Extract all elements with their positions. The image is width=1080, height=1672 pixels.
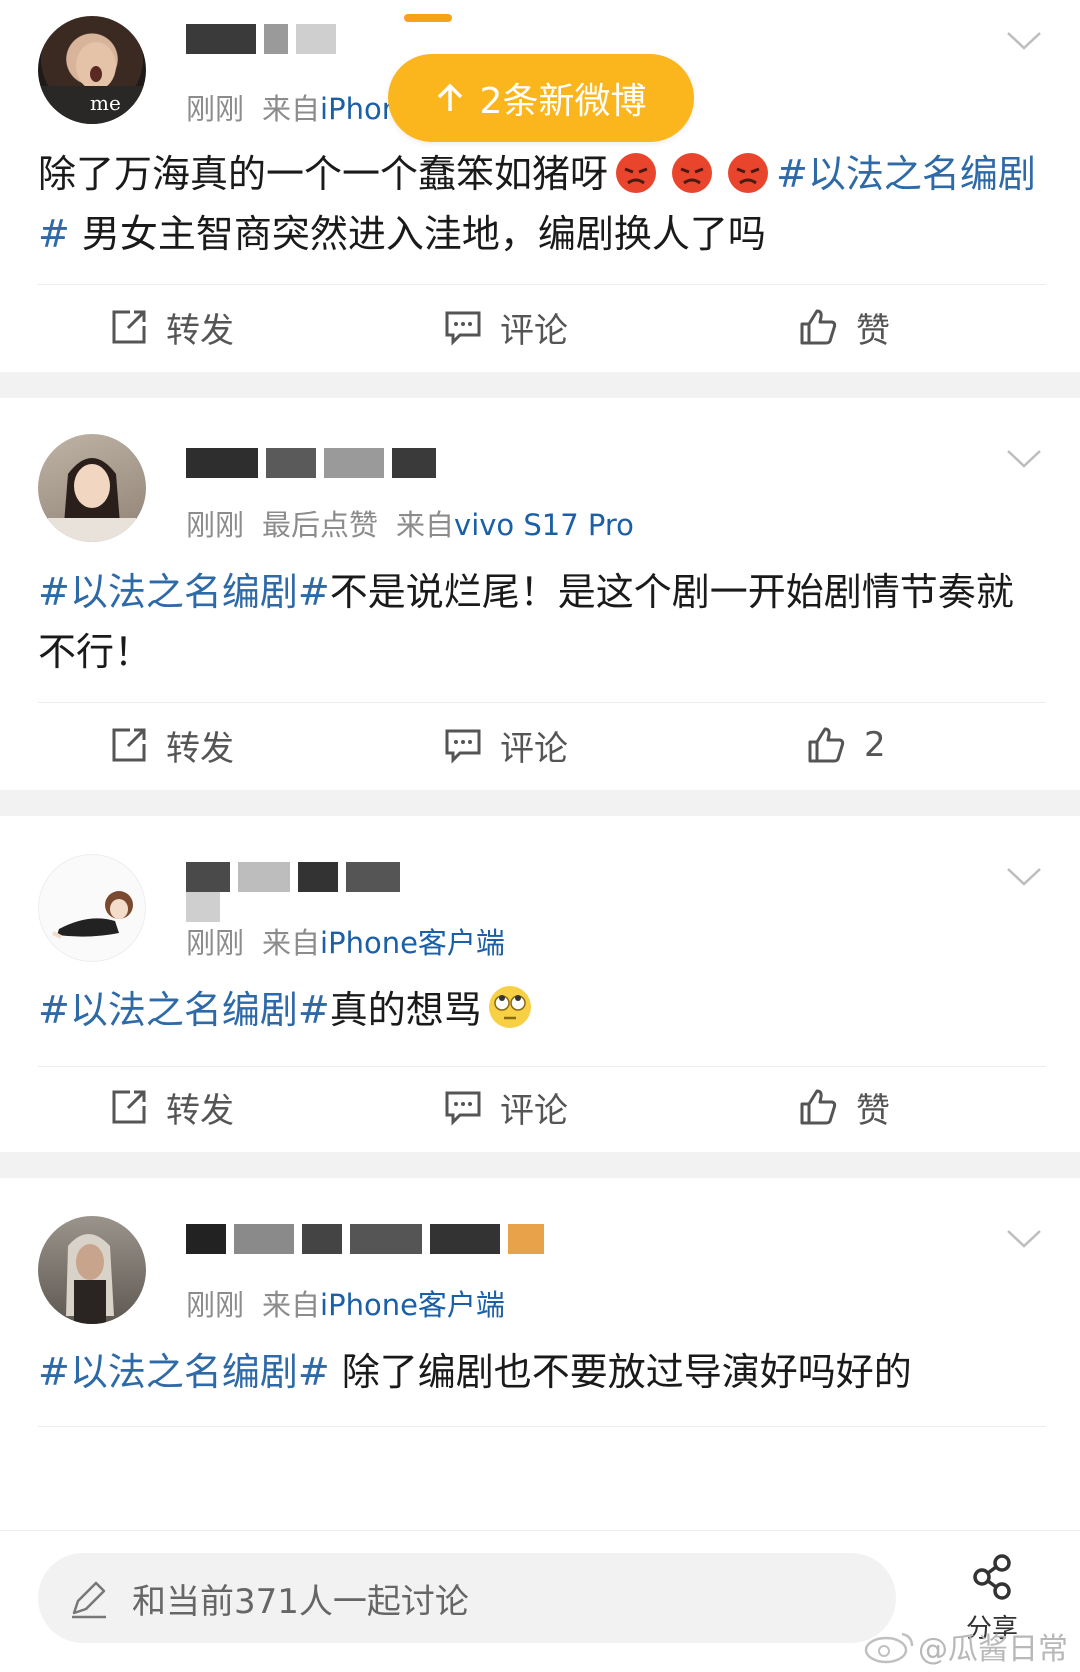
post-card: 刚刚 来自iPhone客户端 #以法之名编剧# 除了编剧也不要放过导演好吗好的 [0, 1178, 1080, 1530]
post-meta: 刚刚 最后点赞 来自vivo S17 Pro [186, 502, 652, 544]
angry-emoji-icon [616, 153, 657, 193]
avatar[interactable] [38, 854, 146, 962]
post-content: #以法之名编剧# 除了编剧也不要放过导演好吗好的 [38, 1342, 1048, 1402]
section-gap [0, 790, 1080, 816]
source-prefix: 来自 [262, 92, 321, 126]
repost-icon [112, 728, 146, 762]
repost-label: 转发 [166, 1090, 234, 1131]
comment-icon [445, 311, 481, 346]
share-icon [973, 1554, 1011, 1600]
thumbs-up-icon [808, 727, 845, 763]
avatar[interactable]: me [38, 16, 146, 124]
post-meta: 刚刚来自iPhone客户端 [186, 1282, 523, 1324]
hashtag-link[interactable]: #以法之名编剧# [38, 988, 330, 1032]
comment-label: 评论 [500, 310, 568, 351]
chevron-down-icon[interactable] [1006, 448, 1042, 470]
post-meta: 刚刚来自iPhone客户端 [186, 920, 523, 962]
divider [38, 1066, 1046, 1067]
post-content: #以法之名编剧#不是说烂尾！是这个剧一开始剧情节奏就不行！ [38, 562, 1048, 682]
source-prefix: 来自 [396, 508, 455, 542]
username-blurred[interactable] [186, 1224, 606, 1264]
new-posts-button[interactable]: 2条新微博 [388, 54, 694, 142]
post-content: #以法之名编剧#真的想骂 [38, 980, 1048, 1040]
drag-handle [404, 14, 452, 22]
repost-label: 转发 [166, 728, 234, 769]
post-text: 除了万海真的一个一个蠢笨如猪呀 [38, 152, 609, 196]
like-button[interactable]: 赞 [798, 1082, 890, 1132]
post-time: 刚刚 [186, 508, 245, 542]
like-label: 赞 [856, 310, 890, 351]
post-card: 刚刚 最后点赞 来自vivo S17 Pro #以法之名编剧#不是说烂尾！是这个剧一… [0, 398, 1080, 790]
section-gap [0, 372, 1080, 398]
post-time: 刚刚 [186, 926, 245, 960]
post-text: 男女主智商突然进入洼地，编剧换人了吗 [69, 212, 766, 256]
like-label: 赞 [856, 1090, 890, 1131]
last-liked-label: 最后点赞 [262, 508, 379, 542]
repost-icon [112, 310, 146, 344]
comment-label: 评论 [500, 728, 568, 769]
repost-button[interactable]: 转发 [110, 302, 234, 352]
pencil-icon [72, 1581, 106, 1619]
watermark: @瓜酱日常 [862, 1624, 1068, 1668]
comment-button[interactable]: 评论 [444, 1082, 568, 1132]
repost-icon [112, 1090, 146, 1124]
like-button[interactable]: 2 [806, 720, 886, 770]
chevron-down-icon[interactable] [1006, 30, 1042, 52]
post-card: 刚刚 来自iPhone客户端 #以法之名编剧#真的想骂 转发 评论 赞 [0, 816, 1080, 1152]
post-text: 真的想骂 [329, 988, 482, 1032]
chevron-down-icon[interactable] [1006, 866, 1042, 888]
post-source[interactable]: iPhone客户端 [320, 1288, 505, 1322]
comment-icon [445, 729, 481, 764]
avatar[interactable] [38, 1216, 146, 1324]
comment-button[interactable]: 评论 [444, 302, 568, 352]
new-posts-label: 2条新微博 [479, 81, 647, 122]
svg-text:me: me [90, 91, 121, 115]
comment-button[interactable]: 评论 [444, 720, 568, 770]
weibo-logo-icon [864, 1632, 914, 1664]
comment-icon [445, 1091, 481, 1126]
repost-button[interactable]: 转发 [110, 1082, 234, 1132]
watermark-text: @瓜酱日常 [918, 1632, 1068, 1667]
post-time: 刚刚 [186, 1288, 245, 1322]
comment-label: 评论 [500, 1090, 568, 1131]
section-gap [0, 1152, 1080, 1178]
source-prefix: 来自 [262, 1288, 321, 1322]
avatar[interactable] [38, 434, 146, 542]
arrow-up-icon [437, 83, 462, 111]
like-count: 2 [864, 725, 886, 765]
discussion-placeholder: 和当前371人一起讨论 [132, 1581, 469, 1622]
post-content: 除了万海真的一个一个蠢笨如猪呀 #以法之名编剧# 男女主智商突然进入洼地，编剧换人… [38, 144, 1048, 264]
username-blurred[interactable] [186, 862, 446, 922]
post-text: 除了编剧也不要放过导演好吗好的 [329, 1350, 912, 1394]
repost-button[interactable]: 转发 [110, 720, 234, 770]
source-prefix: 来自 [262, 926, 321, 960]
repost-label: 转发 [166, 310, 234, 351]
angry-emoji-icon [672, 153, 713, 193]
angry-emoji-icon [728, 153, 769, 193]
divider [38, 1426, 1046, 1427]
hashtag-link[interactable]: #以法之名编剧# [38, 570, 330, 614]
discussion-input[interactable]: 和当前371人一起讨论 [38, 1553, 896, 1643]
post-source[interactable]: iPhone客户端 [320, 926, 505, 960]
chevron-down-icon[interactable] [1006, 1228, 1042, 1250]
like-button[interactable]: 赞 [798, 302, 890, 352]
divider [38, 284, 1046, 285]
post-time: 刚刚 [186, 92, 245, 126]
eye-roll-emoji-icon [488, 986, 531, 1028]
thumbs-up-icon [800, 1089, 837, 1125]
hashtag-link[interactable]: #以法之名编剧# [38, 1350, 330, 1394]
post-source[interactable]: vivo S17 Pro [454, 508, 634, 542]
username-blurred[interactable] [186, 24, 446, 64]
thumbs-up-icon [800, 309, 837, 345]
username-blurred[interactable] [186, 448, 446, 488]
divider [38, 702, 1046, 703]
